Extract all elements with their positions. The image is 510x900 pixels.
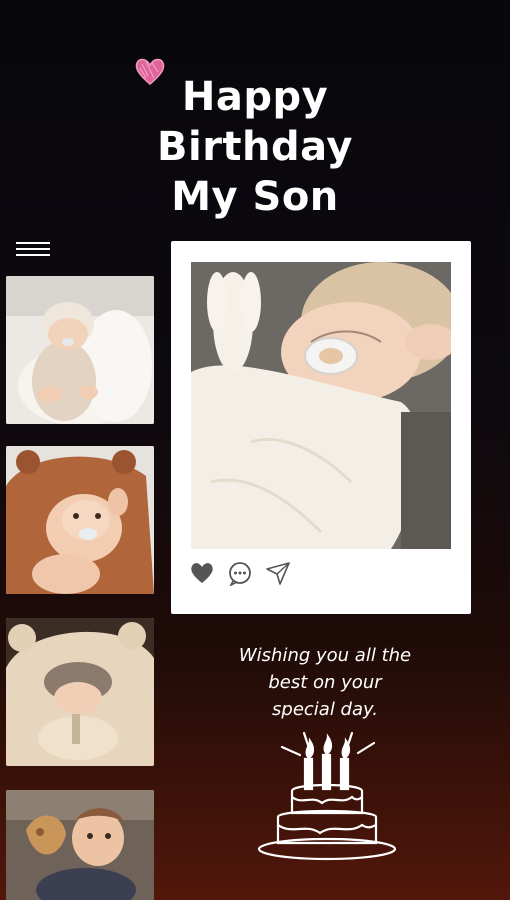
baby-photo-icon [6, 618, 154, 766]
thumbnail-photo[interactable] [6, 618, 154, 766]
post-actions [189, 559, 291, 587]
photo-post-card[interactable] [171, 241, 471, 614]
thumbnail-photo[interactable] [6, 446, 154, 594]
heart-icon[interactable] [189, 560, 215, 586]
comment-icon[interactable] [227, 560, 253, 586]
sleeping-baby-photo-icon [191, 262, 451, 549]
title-line: My Son [171, 174, 339, 220]
page-title: Happy Birthday My Son [110, 72, 400, 222]
message-line: special day. [272, 699, 378, 720]
baby-photo-icon [6, 276, 154, 424]
message-line: Wishing you all the [238, 645, 412, 666]
message-line: best on your [268, 672, 382, 693]
post-photo [191, 262, 451, 549]
title-line: Birthday [157, 124, 353, 170]
thumbnail-photo[interactable] [6, 276, 154, 424]
hamburger-menu-icon[interactable] [16, 240, 52, 258]
title-line: Happy [181, 74, 329, 120]
thumbnail-photo[interactable] [6, 790, 154, 900]
birthday-cake-icon [257, 731, 397, 861]
baby-photo-icon [6, 446, 154, 594]
share-icon[interactable] [265, 560, 291, 586]
birthday-message: Wishing you all the best on your special… [210, 642, 440, 723]
baby-photo-icon [6, 790, 154, 900]
